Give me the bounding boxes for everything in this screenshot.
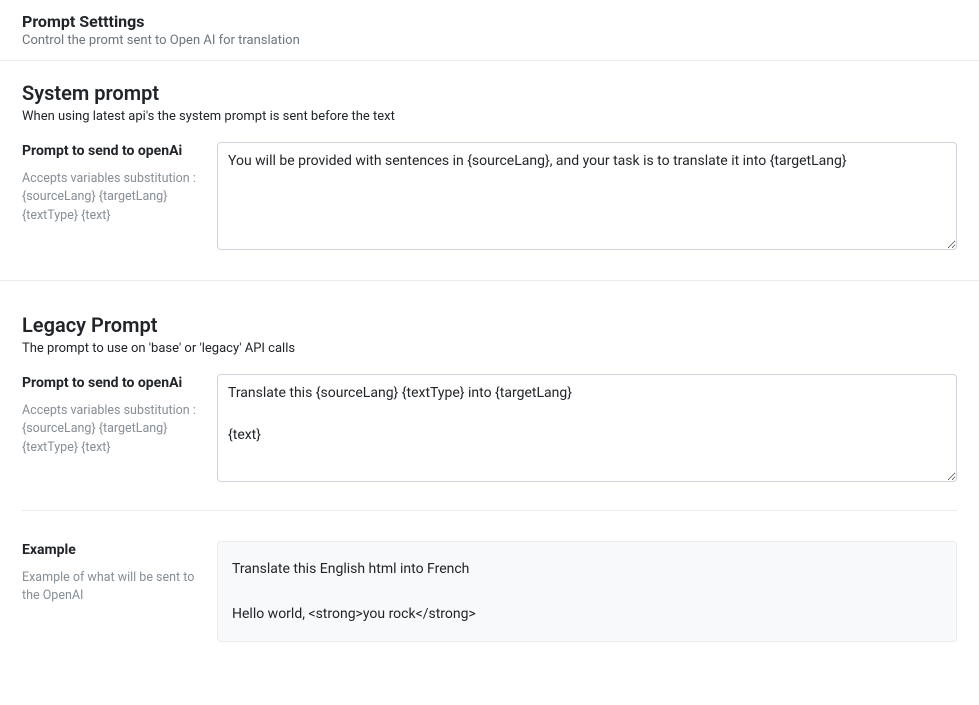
legacy-prompt-label: Prompt to send to openAi — [22, 374, 197, 394]
legacy-prompt-field-row: Prompt to send to openAi Accepts variabl… — [22, 374, 957, 502]
example-help: Example of what will be sent to the Open… — [22, 569, 197, 607]
system-prompt-label: Prompt to send to openAi — [22, 142, 197, 162]
legacy-prompt-heading: Legacy Prompt — [22, 313, 957, 337]
system-prompt-description: When using latest api's the system promp… — [22, 109, 957, 124]
system-prompt-textarea[interactable] — [217, 142, 957, 250]
field-divider — [22, 510, 957, 511]
example-field-row: Example Example of what will be sent to … — [22, 541, 957, 658]
legacy-prompt-section: Legacy Prompt The prompt to use on 'base… — [0, 293, 979, 668]
system-prompt-label-col: Prompt to send to openAi Accepts variabl… — [22, 142, 197, 226]
example-output-box: Translate this English html into French … — [217, 541, 957, 642]
system-prompt-heading: System prompt — [22, 81, 957, 105]
page-header: Prompt Setttings Control the promt sent … — [0, 0, 979, 61]
system-prompt-field-row: Prompt to send to openAi Accepts variabl… — [22, 142, 957, 270]
page-title: Prompt Setttings — [22, 12, 957, 31]
system-prompt-help: Accepts variables substitution : {source… — [22, 170, 197, 226]
example-control-col: Translate this English html into French … — [217, 541, 957, 642]
example-label-col: Example Example of what will be sent to … — [22, 541, 197, 606]
legacy-prompt-description: The prompt to use on 'base' or 'legacy' … — [22, 341, 957, 356]
legacy-prompt-textarea[interactable] — [217, 374, 957, 482]
legacy-prompt-label-col: Prompt to send to openAi Accepts variabl… — [22, 374, 197, 458]
page-subtitle: Control the promt sent to Open AI for tr… — [22, 33, 957, 48]
system-prompt-control-col — [217, 142, 957, 254]
legacy-prompt-control-col — [217, 374, 957, 486]
system-prompt-section: System prompt When using latest api's th… — [0, 61, 979, 281]
example-label: Example — [22, 541, 197, 561]
legacy-prompt-help: Accepts variables substitution : {source… — [22, 402, 197, 458]
